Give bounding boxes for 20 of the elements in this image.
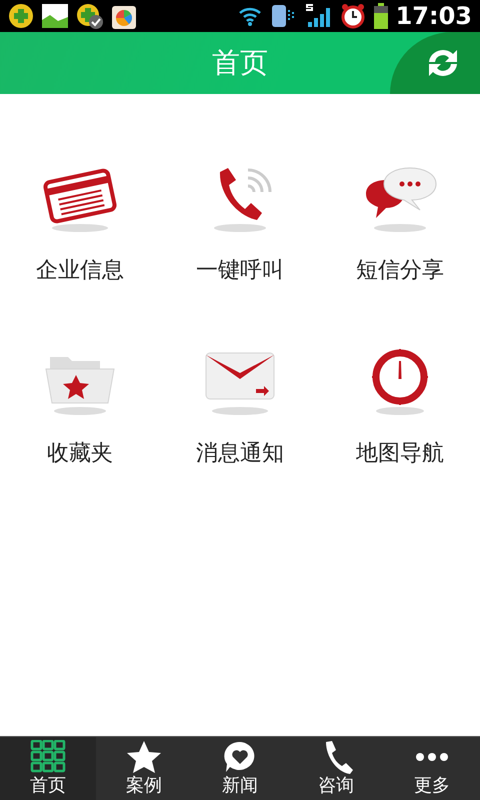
refresh-button[interactable]	[390, 32, 480, 94]
menu-tile[interactable]: 消息通知	[160, 347, 320, 470]
grid-icon	[30, 740, 66, 774]
menu-tile[interactable]: 企业信息	[0, 164, 160, 287]
menu-tile[interactable]: 地图导航	[320, 347, 480, 470]
plus-check-icon	[76, 3, 104, 29]
plus-badge-icon	[8, 3, 34, 29]
alarm-clock-icon	[340, 3, 366, 29]
image-icon	[42, 4, 68, 28]
app-bag-icon	[112, 3, 136, 29]
status-time: 17:03	[396, 1, 472, 32]
wifi-icon	[238, 5, 262, 27]
tab[interactable]: 首页	[0, 737, 96, 800]
header-title: 首页	[212, 45, 268, 81]
menu-tile[interactable]: 短信分享	[320, 164, 480, 287]
star-icon	[126, 740, 162, 774]
battery-icon	[374, 3, 388, 29]
menu-tile[interactable]: 一键呼叫	[160, 164, 320, 287]
menu-tile[interactable]: 收藏夹	[0, 347, 160, 470]
more-icon	[416, 752, 448, 760]
